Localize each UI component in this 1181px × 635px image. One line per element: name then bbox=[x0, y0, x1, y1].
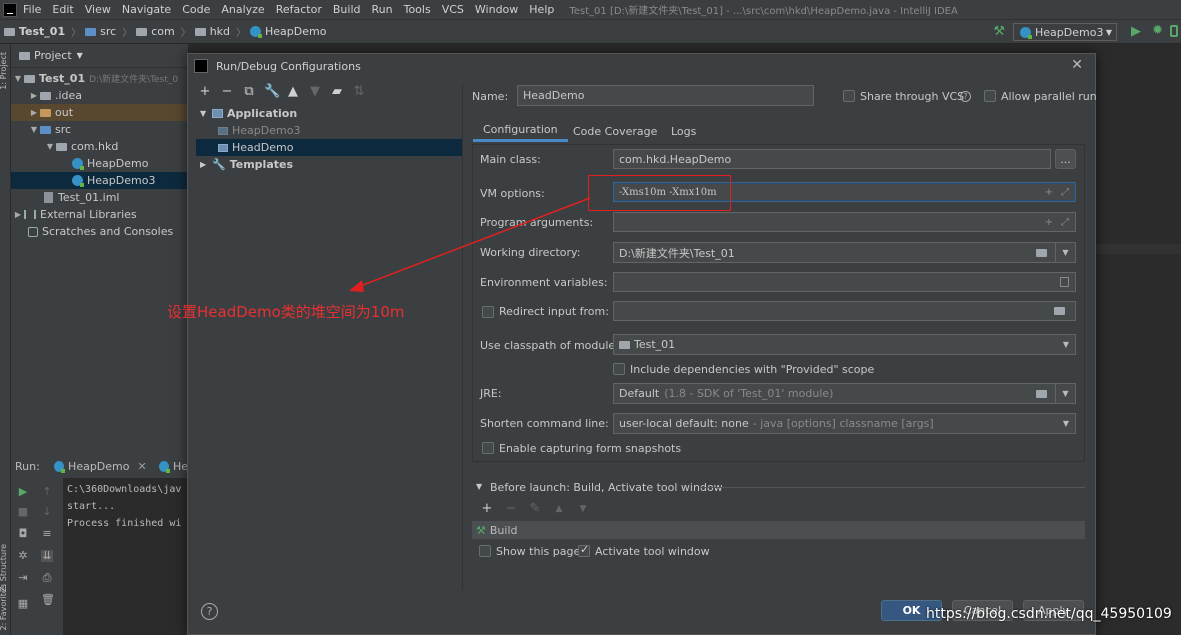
annotation-text: 设置HeadDemo类的堆空间为10m bbox=[167, 303, 405, 321]
annotation-arrow-head bbox=[349, 280, 364, 292]
annotation-arrow-line bbox=[354, 197, 591, 289]
watermark: https://blog.csdn.net/qq_45950109 bbox=[926, 606, 1172, 622]
